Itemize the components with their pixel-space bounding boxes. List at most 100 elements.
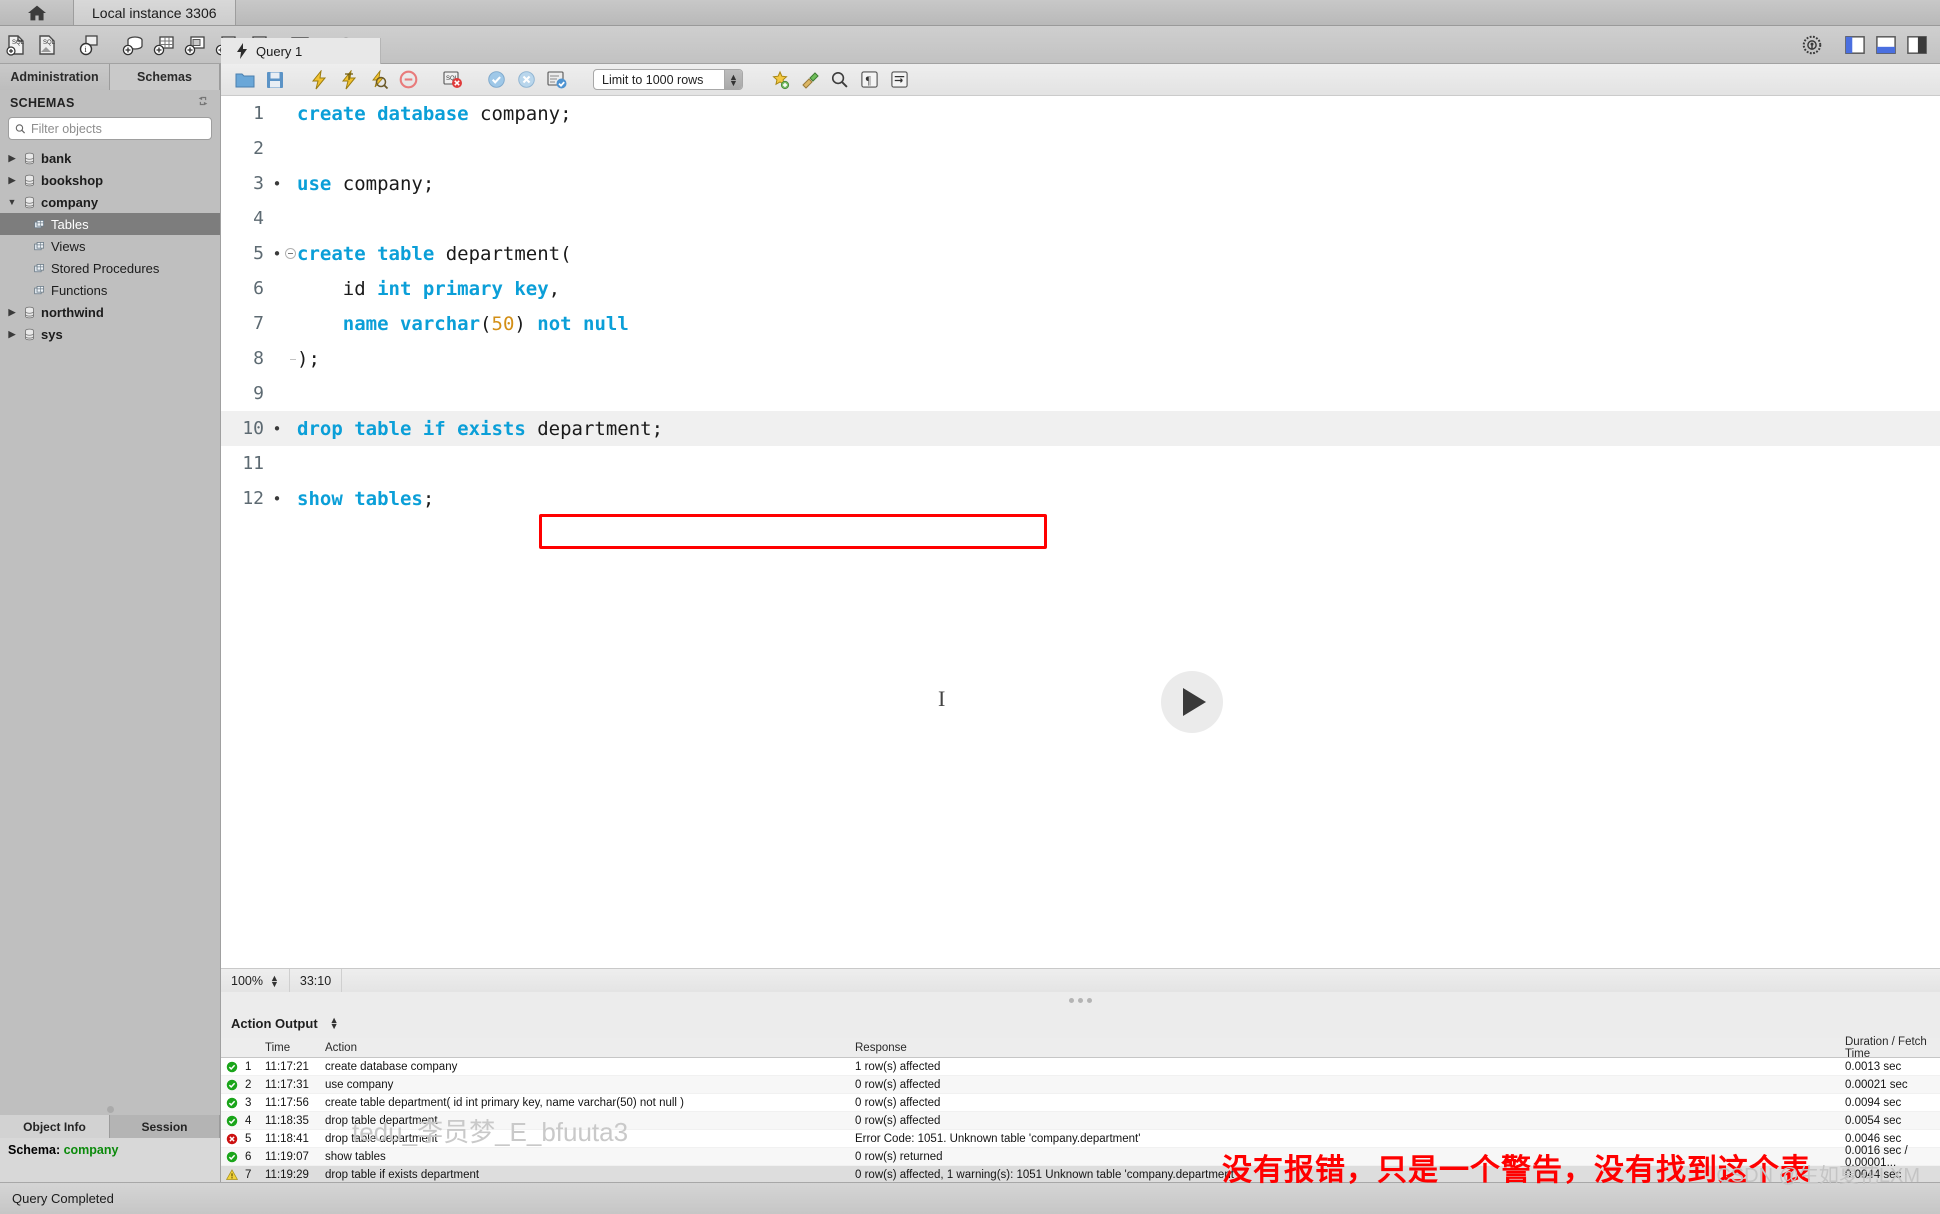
find-icon[interactable]	[826, 67, 853, 93]
query-editor-area: Query 1 SQL	[221, 64, 1940, 1182]
new-view-icon[interactable]	[179, 30, 210, 60]
tab-object-info[interactable]: Object Info	[0, 1115, 110, 1138]
output-row[interactable]: 311:17:56create table department( id int…	[221, 1094, 1940, 1112]
row-duration: 0.0013 sec	[1845, 1061, 1940, 1073]
sql-code-editor[interactable]: 1create database company;23•use company;…	[221, 96, 1940, 964]
line-number: 12	[221, 488, 271, 509]
autocommit-icon[interactable]	[543, 67, 570, 93]
line-number: 5	[221, 243, 271, 264]
line-number: 1	[221, 103, 271, 124]
panel-splitter[interactable]	[0, 1103, 220, 1115]
output-header-row: Time Action Response Duration / Fetch Ti…	[221, 1038, 1940, 1058]
code-line-9[interactable]: 9	[221, 376, 1940, 411]
chevron-updown-icon[interactable]: ▲▼	[724, 70, 742, 89]
clear-icon[interactable]	[796, 67, 823, 93]
chevron-right-icon[interactable]: ▶	[6, 307, 18, 318]
fold-collapse-icon[interactable]	[285, 248, 296, 259]
refresh-icon[interactable]	[196, 94, 210, 111]
code-text: id int primary key,	[297, 278, 560, 300]
execute-all-icon[interactable]	[305, 67, 332, 93]
chevron-right-icon[interactable]: ▶	[6, 175, 18, 186]
new-schema-icon[interactable]	[117, 30, 148, 60]
play-button-overlay[interactable]	[1161, 671, 1223, 733]
chevron-updown-icon[interactable]: ▲▼	[270, 975, 279, 987]
execute-current-icon[interactable]	[335, 67, 362, 93]
col-action-header[interactable]: Action	[325, 1042, 855, 1054]
filter-box[interactable]	[8, 117, 212, 140]
code-line-10[interactable]: 10•drop table if exists department;	[221, 411, 1940, 446]
tree-item-bank[interactable]: ▶ bank	[0, 147, 220, 169]
new-sql-tab-icon[interactable]: SQL	[0, 30, 31, 60]
home-tab[interactable]	[0, 0, 74, 25]
stop-icon[interactable]	[395, 67, 422, 93]
tab-schemas[interactable]: Schemas	[110, 64, 220, 90]
sidebar-right-toggle-icon[interactable]	[1901, 30, 1932, 60]
toggle-invisible-chars-icon[interactable]: ¶	[856, 67, 883, 93]
row-limit-select[interactable]: Limit to 1000 rows ▲▼	[593, 69, 743, 90]
folder-table-icon	[33, 284, 46, 297]
row-limit-value: Limit to 1000 rows	[602, 73, 703, 87]
tab-administration-label: Administration	[10, 70, 98, 84]
sidebar-bottom-toggle-icon[interactable]	[1870, 30, 1901, 60]
code-line-12[interactable]: 12•show tables;	[221, 481, 1940, 516]
output-splitter[interactable]	[221, 992, 1940, 1008]
tree-item-sys[interactable]: ▶ sys	[0, 323, 220, 345]
schemas-section-title: SCHEMAS	[10, 96, 75, 110]
col-response-header[interactable]: Response	[855, 1042, 1845, 1054]
code-line-6[interactable]: 6 id int primary key,	[221, 271, 1940, 306]
instance-tab[interactable]: Local instance 3306	[74, 0, 236, 25]
chevron-updown-icon[interactable]: ▲▼	[330, 1017, 339, 1029]
beautify-sql-icon[interactable]	[766, 67, 793, 93]
code-line-4[interactable]: 4	[221, 201, 1940, 236]
action-output-header: Action Output ▲▼	[221, 1008, 1940, 1038]
output-row[interactable]: 111:17:21create database company1 row(s)…	[221, 1058, 1940, 1076]
tab-session[interactable]: Session	[110, 1115, 220, 1138]
code-line-2[interactable]: 2	[221, 131, 1940, 166]
line-number: 6	[221, 278, 271, 299]
code-text: show tables;	[297, 488, 434, 510]
code-line-1[interactable]: 1create database company;	[221, 96, 1940, 131]
code-line-11[interactable]: 11	[221, 446, 1940, 481]
chevron-right-icon[interactable]: ▶	[6, 329, 18, 340]
col-time-header[interactable]: Time	[265, 1042, 325, 1054]
output-row[interactable]: 611:19:07show tables0 row(s) returned0.0…	[221, 1148, 1940, 1166]
code-line-8[interactable]: 8);	[221, 341, 1940, 376]
fold-column[interactable]	[283, 248, 297, 259]
chevron-down-icon[interactable]: ▼	[6, 197, 18, 207]
zoom-level-value: 100%	[231, 974, 263, 988]
tree-item-bookshop[interactable]: ▶ bookshop	[0, 169, 220, 191]
col-duration-header[interactable]: Duration / Fetch Time	[1845, 1036, 1940, 1060]
open-sql-script-icon[interactable]: SQL	[31, 30, 62, 60]
toggle-stop-on-error-icon[interactable]: SQL	[439, 67, 466, 93]
code-line-5[interactable]: 5•create table department(	[221, 236, 1940, 271]
code-line-3[interactable]: 3•use company;	[221, 166, 1940, 201]
output-row[interactable]: 211:17:31use company0 row(s) affected0.0…	[221, 1076, 1940, 1094]
open-file-icon[interactable]	[231, 67, 258, 93]
tree-item-functions[interactable]: Functions	[0, 279, 220, 301]
tree-item-company[interactable]: ▼ company	[0, 191, 220, 213]
toggle-wrapping-icon[interactable]	[886, 67, 913, 93]
svg-text:SQL: SQL	[43, 40, 56, 46]
explain-query-icon[interactable]	[365, 67, 392, 93]
tree-item-tables[interactable]: Tables	[0, 213, 220, 235]
output-row[interactable]: 511:18:41drop table departmentError Code…	[221, 1130, 1940, 1148]
tree-item-views[interactable]: Views	[0, 235, 220, 257]
save-file-icon[interactable]	[261, 67, 288, 93]
connection-info-icon[interactable]: i	[74, 30, 105, 60]
tab-query-1[interactable]: Query 1	[221, 38, 381, 64]
rollback-icon[interactable]	[513, 67, 540, 93]
commit-icon[interactable]	[483, 67, 510, 93]
gear-target-icon[interactable]	[1796, 30, 1827, 60]
tab-administration[interactable]: Administration	[0, 64, 110, 90]
database-icon	[23, 174, 36, 187]
code-line-7[interactable]: 7 name varchar(50) not null	[221, 306, 1940, 341]
chevron-right-icon[interactable]: ▶	[6, 153, 18, 164]
output-row[interactable]: 411:18:35drop table department0 row(s) a…	[221, 1112, 1940, 1130]
sidebar-left-toggle-icon[interactable]	[1839, 30, 1870, 60]
tree-item-stored-procedures[interactable]: Stored Procedures	[0, 257, 220, 279]
action-output-grid[interactable]: Time Action Response Duration / Fetch Ti…	[221, 1038, 1940, 1182]
new-table-icon[interactable]	[148, 30, 179, 60]
tree-item-northwind[interactable]: ▶ northwind	[0, 301, 220, 323]
filter-objects-input[interactable]	[31, 122, 205, 136]
zoom-level-control[interactable]: 100% ▲▼	[221, 969, 290, 992]
